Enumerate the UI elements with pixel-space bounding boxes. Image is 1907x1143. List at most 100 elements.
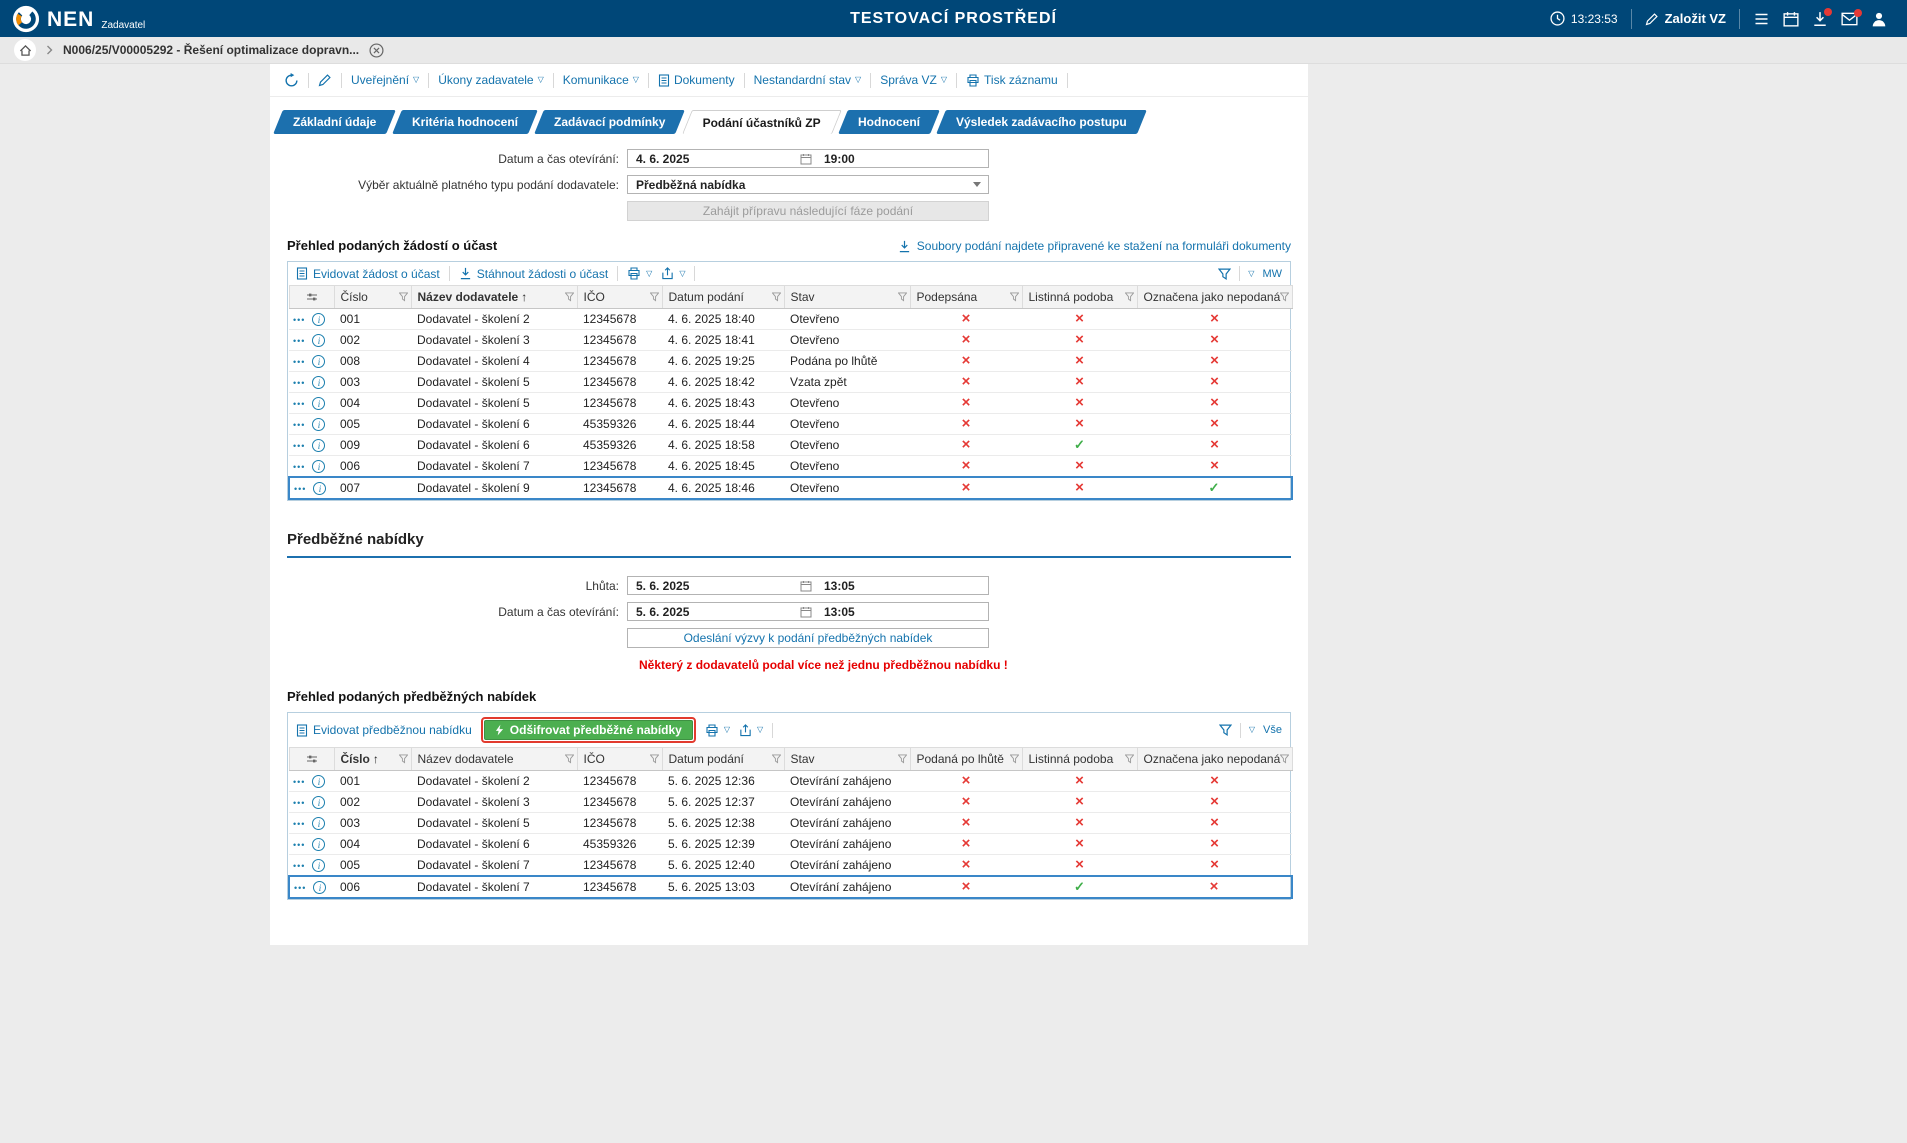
decrypt-bids-button[interactable]: Odšifrovat předběžné nabídky — [484, 720, 693, 740]
tab-item[interactable]: Výsledek zadávacího postupu — [936, 110, 1146, 134]
row-info-icon[interactable]: i — [312, 775, 325, 788]
tab-item[interactable]: Hodnocení — [838, 110, 940, 134]
row-menu-icon[interactable]: ••• — [293, 777, 305, 787]
print-button[interactable]: ▽ — [627, 267, 652, 280]
create-vz-button[interactable]: Založit VZ — [1645, 11, 1726, 26]
row-info-icon[interactable]: i — [312, 796, 325, 809]
row-menu-icon[interactable]: ••• — [293, 399, 305, 409]
table-row[interactable]: •••i005Dodavatel - školení 6453593264. 6… — [289, 414, 1292, 435]
export-button[interactable]: ▽ — [661, 267, 685, 280]
export-button[interactable]: ▽ — [739, 724, 763, 737]
table-row[interactable]: •••i008Dodavatel - školení 4123456784. 6… — [289, 351, 1292, 372]
filter-icon[interactable] — [1280, 755, 1289, 764]
row-menu-icon[interactable]: ••• — [293, 861, 305, 871]
table-row[interactable]: •••i002Dodavatel - školení 3123456784. 6… — [289, 330, 1292, 351]
filter-icon[interactable] — [898, 755, 907, 764]
tab-active[interactable]: Podání účastníků ZP — [682, 110, 842, 134]
user-icon[interactable] — [1871, 11, 1887, 27]
column-header[interactable]: Stav — [784, 748, 910, 771]
download-applications-button[interactable]: Stáhnout žádosti o účast — [459, 267, 608, 281]
column-header[interactable]: Podepsána — [910, 286, 1022, 309]
time-value[interactable]: 19:00 — [816, 152, 988, 166]
view-selector[interactable]: MW — [1262, 268, 1282, 280]
date-value[interactable]: 5. 6. 2025 — [628, 605, 800, 619]
filter-icon[interactable] — [772, 755, 781, 764]
row-menu-icon[interactable]: ••• — [293, 441, 305, 451]
table-row[interactable]: •••i006Dodavatel - školení 7123456784. 6… — [289, 456, 1292, 478]
row-info-icon[interactable]: i — [312, 460, 325, 473]
date-value[interactable]: 4. 6. 2025 — [628, 152, 800, 166]
downloads-icon[interactable] — [1812, 11, 1828, 27]
column-header[interactable]: Datum podání — [662, 748, 784, 771]
row-info-icon[interactable]: i — [312, 418, 325, 431]
filter-icon[interactable] — [565, 755, 574, 764]
print-record-button[interactable]: Tisk záznamu — [966, 73, 1058, 87]
column-settings-icon[interactable] — [289, 286, 334, 309]
column-header[interactable]: Podaná po lhůtě — [910, 748, 1022, 771]
row-info-icon[interactable]: i — [312, 817, 325, 830]
register-application-button[interactable]: Evidovat žádost o účast — [296, 267, 440, 281]
row-info-icon[interactable]: i — [313, 881, 326, 894]
deadline-datetime-field[interactable]: 5. 6. 2025 13:05 — [627, 576, 989, 595]
send-invitation-button[interactable]: Odeslání výzvy k podání předběžných nabí… — [627, 628, 989, 648]
mail-icon[interactable] — [1841, 12, 1858, 26]
row-menu-icon[interactable]: ••• — [293, 798, 305, 808]
submission-type-select[interactable]: Předběžná nabídka — [627, 175, 989, 194]
table-row[interactable]: •••i003Dodavatel - školení 5123456785. 6… — [289, 813, 1292, 834]
opening-datetime-field[interactable]: 4. 6. 2025 19:00 — [627, 149, 989, 168]
menu-nestandardni-stav[interactable]: Nestandardní stav▽ — [754, 73, 862, 87]
filter-icon[interactable] — [1010, 293, 1019, 302]
chevron-down-icon[interactable]: ▽ — [1248, 270, 1254, 278]
column-header[interactable]: Stav — [784, 286, 910, 309]
row-info-icon[interactable]: i — [312, 313, 325, 326]
table-row[interactable]: •••i002Dodavatel - školení 3123456785. 6… — [289, 792, 1292, 813]
filter-icon[interactable] — [898, 293, 907, 302]
table-row[interactable]: •••i007Dodavatel - školení 9123456784. 6… — [289, 477, 1292, 499]
calendar-icon[interactable] — [800, 153, 812, 165]
table-row[interactable]: •••i004Dodavatel - školení 5123456784. 6… — [289, 393, 1292, 414]
menu-uverejneni[interactable]: Uveřejnění▽ — [351, 73, 419, 87]
filter-icon[interactable] — [399, 755, 408, 764]
tab-item[interactable]: Zadávací podmínky — [535, 110, 686, 134]
home-icon[interactable] — [14, 39, 36, 61]
column-header[interactable]: Číslo↑ — [334, 748, 411, 771]
row-menu-icon[interactable]: ••• — [293, 378, 305, 388]
column-header[interactable]: IČO — [577, 748, 662, 771]
next-phase-button[interactable]: Zahájit přípravu následující fáze podání — [627, 201, 989, 221]
row-menu-icon[interactable]: ••• — [293, 420, 305, 430]
row-info-icon[interactable]: i — [312, 838, 325, 851]
menu-icon[interactable] — [1753, 12, 1770, 26]
column-header[interactable]: Číslo — [334, 286, 411, 309]
row-info-icon[interactable]: i — [312, 355, 325, 368]
row-menu-icon[interactable]: ••• — [293, 840, 305, 850]
filter-icon[interactable] — [1219, 724, 1232, 736]
app-logo[interactable]: NEN Zadavatel — [0, 5, 145, 33]
time-value[interactable]: 13:05 — [816, 605, 988, 619]
table-row[interactable]: •••i005Dodavatel - školení 7123456785. 6… — [289, 855, 1292, 877]
column-header[interactable]: Označena jako nepodaná — [1137, 286, 1292, 309]
row-info-icon[interactable]: i — [312, 439, 325, 452]
filter-icon[interactable] — [1010, 755, 1019, 764]
menu-sprava-vz[interactable]: Správa VZ▽ — [880, 73, 947, 87]
row-menu-icon[interactable]: ••• — [293, 315, 305, 325]
table-row[interactable]: •••i006Dodavatel - školení 7123456785. 6… — [289, 876, 1292, 898]
row-menu-icon[interactable]: ••• — [294, 883, 306, 893]
table-row[interactable]: •••i001Dodavatel - školení 2123456784. 6… — [289, 309, 1292, 330]
column-header[interactable]: Označena jako nepodaná — [1137, 748, 1292, 771]
register-bid-button[interactable]: Evidovat předběžnou nabídku — [296, 723, 472, 737]
time-value[interactable]: 13:05 — [816, 579, 988, 593]
filter-icon[interactable] — [565, 293, 574, 302]
column-header[interactable]: Listinná podoba — [1022, 286, 1137, 309]
calendar-icon[interactable] — [800, 580, 812, 592]
table-row[interactable]: •••i003Dodavatel - školení 5123456784. 6… — [289, 372, 1292, 393]
table-row[interactable]: •••i004Dodavatel - školení 6453593265. 6… — [289, 834, 1292, 855]
prelim-opening-datetime-field[interactable]: 5. 6. 2025 13:05 — [627, 602, 989, 621]
calendar-icon[interactable] — [1783, 11, 1799, 27]
menu-ukony-zadavatele[interactable]: Úkony zadavatele▽ — [438, 73, 544, 87]
calendar-icon[interactable] — [800, 606, 812, 618]
row-menu-icon[interactable]: ••• — [293, 357, 305, 367]
row-info-icon[interactable]: i — [312, 859, 325, 872]
row-info-icon[interactable]: i — [312, 397, 325, 410]
filter-icon[interactable] — [772, 293, 781, 302]
tab-item[interactable]: Kritéria hodnocení — [393, 110, 539, 134]
